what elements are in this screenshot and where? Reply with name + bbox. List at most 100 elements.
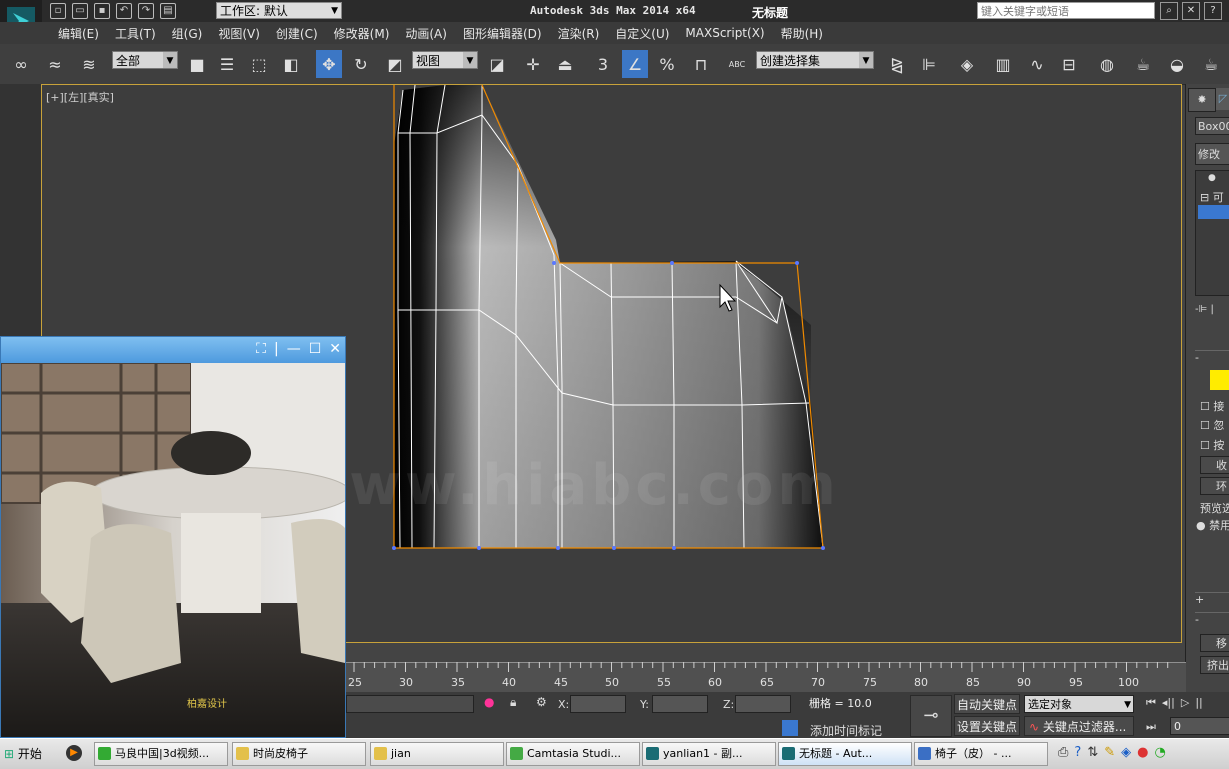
set-key-button[interactable]: 设置关键点 (954, 716, 1020, 736)
security-icon[interactable]: ● (1137, 745, 1148, 760)
extrude-button[interactable]: 挤出 (1200, 656, 1229, 674)
checkbox-1[interactable]: ☐ 接 (1200, 398, 1224, 414)
maxscript-listener-field[interactable] (346, 695, 474, 713)
render-production-icon[interactable]: ☕ (1198, 50, 1224, 78)
select-object-icon[interactable]: ■ (184, 50, 210, 78)
rollout-header[interactable]: - (1195, 350, 1229, 365)
shield-icon[interactable]: ◈ (1121, 745, 1131, 760)
printer-icon[interactable]: ⎙ (1058, 745, 1068, 760)
workspace-dropdown[interactable]: 工作区: 默认 ▼ (216, 2, 342, 19)
next-frame-icon[interactable]: || (1195, 696, 1202, 710)
disable-radio[interactable]: ● 禁用 (1196, 517, 1229, 533)
tools-icon[interactable]: ✕ (1182, 2, 1200, 20)
modifier-list-dropdown[interactable]: 修改器 (1195, 143, 1229, 165)
fullscreen-icon[interactable]: ⛶ (256, 341, 266, 357)
input-icon[interactable]: ⇅ (1087, 745, 1098, 760)
keyboard-shortcut-override-icon[interactable]: ⏏ (552, 50, 578, 78)
mirror-icon[interactable]: ⧎ (884, 50, 910, 78)
open-file-icon[interactable]: ▭ (72, 3, 88, 19)
menu-tools[interactable]: 工具(T) (107, 25, 164, 42)
taskbar-item-folder-chair[interactable]: 时尚皮椅子 (232, 742, 366, 766)
taskbar-item-folder-jian[interactable]: jian (370, 742, 504, 766)
stack-item[interactable]: ⊟ 可 (1200, 189, 1224, 205)
menu-create[interactable]: 创建(C) (268, 25, 326, 42)
taskbar-item-browser[interactable]: 马良中国|3d视频... (94, 742, 228, 766)
taskbar-item-chair-leather[interactable]: 椅子（皮） - ... (914, 742, 1048, 766)
selected-object-dropdown[interactable]: 选定对象 ▼ (1024, 695, 1134, 713)
select-manipulate-icon[interactable]: ✛ (520, 50, 546, 78)
lock-icon[interactable]: 🔒︎ (510, 695, 516, 710)
menu-customize[interactable]: 自定义(U) (607, 25, 677, 42)
material-editor-icon[interactable]: ◍ (1094, 50, 1120, 78)
help-tray-icon[interactable]: ? (1074, 745, 1081, 760)
menu-group[interactable]: 组(G) (164, 25, 211, 42)
vertex-mode-icon[interactable] (1210, 370, 1229, 390)
prev-frame-icon[interactable]: ◂|| (1162, 696, 1175, 710)
media-player-icon[interactable]: ▶ (66, 745, 82, 761)
y-coordinate-field[interactable] (652, 695, 708, 713)
auto-key-button[interactable]: 自动关键点 (954, 694, 1020, 714)
lightbulb-icon[interactable]: ● (1208, 173, 1216, 183)
object-name-field[interactable]: Box00 (1195, 117, 1229, 135)
save-file-icon[interactable]: ▪ (94, 3, 110, 19)
key-filters-button[interactable]: ∿ 关键点过滤器... (1024, 716, 1134, 736)
new-file-icon[interactable]: ▫ (50, 3, 66, 19)
rollout-header-minus[interactable]: - (1195, 612, 1229, 626)
goto-start-icon[interactable]: ⏮ (1146, 696, 1156, 710)
reference-coordinate-dropdown[interactable]: 视图 ▼ (412, 51, 478, 69)
menu-modifiers[interactable]: 修改器(M) (326, 25, 398, 42)
help-icon[interactable]: ? (1204, 2, 1222, 20)
add-time-tag[interactable]: 添加时间标记 (810, 722, 882, 739)
link-icon[interactable]: ∞ (8, 50, 34, 78)
timeline[interactable]: 25 30 35 40 45 50 55 60 65 70 75 80 85 9… (346, 662, 1186, 692)
z-coordinate-field[interactable] (735, 695, 791, 713)
edit-named-selection-icon[interactable]: ABC (724, 50, 750, 78)
play-icon[interactable]: ▷ (1181, 696, 1189, 710)
video-window-titlebar[interactable]: ⛶ | — ☐ ✕ (1, 337, 345, 363)
rendered-frame-icon[interactable]: ◒ (1164, 50, 1190, 78)
bind-space-warp-icon[interactable]: ≋ (76, 50, 102, 78)
snaps-toggle-icon[interactable]: 3 (590, 50, 616, 78)
render-setup-icon[interactable]: ☕ (1130, 50, 1156, 78)
taskbar-item-yanlian[interactable]: yanlian1 - 副... (642, 742, 776, 766)
unlink-icon[interactable]: ≈ (42, 50, 68, 78)
percent-snap-icon[interactable]: % (654, 50, 680, 78)
menu-maxscript[interactable]: MAXScript(X) (677, 26, 772, 40)
scene-explorer-icon[interactable]: ▥ (990, 50, 1016, 78)
select-move-icon[interactable]: ✥ (316, 50, 342, 78)
key-icon[interactable]: ⊸ (910, 695, 952, 737)
redo-icon[interactable]: ↷ (138, 3, 154, 19)
layer-manager-icon[interactable]: ◈ (954, 50, 980, 78)
taskbar-item-camtasia[interactable]: Camtasia Studi... (506, 742, 640, 766)
absolute-mode-icon[interactable]: ⚙ (536, 695, 547, 709)
key-mode-icon[interactable]: ⏭ (1146, 720, 1156, 734)
tool-tray-icon[interactable]: ✎ (1104, 745, 1115, 760)
angle-snap-icon[interactable]: ∠ (622, 50, 648, 78)
select-scale-icon[interactable]: ◩ (382, 50, 408, 78)
checkbox-2[interactable]: ☐ 忽 (1200, 417, 1224, 433)
checkbox-3[interactable]: ☐ 按 (1200, 437, 1224, 453)
modifier-stack[interactable]: ● ⊟ 可 (1195, 170, 1229, 296)
rectangular-selection-icon[interactable]: ⬚ (246, 50, 272, 78)
isolate-selection-icon[interactable]: ● (484, 695, 494, 709)
menu-animation[interactable]: 动画(A) (397, 25, 455, 42)
select-by-name-icon[interactable]: ☰ (214, 50, 240, 78)
menu-graph-editors[interactable]: 图形编辑器(D) (455, 25, 550, 42)
viewport-label[interactable]: [+][左][真实] (46, 89, 114, 105)
pin-stack-icon[interactable]: -⊫ | (1195, 304, 1229, 322)
spinner-snap-icon[interactable]: ⊓ (688, 50, 714, 78)
pivot-center-icon[interactable]: ◪ (484, 50, 510, 78)
network-icon[interactable]: ◔ (1154, 745, 1165, 760)
schematic-view-icon[interactable]: ⊟ (1056, 50, 1082, 78)
video-frame[interactable]: 柏嘉设计 (1, 363, 345, 737)
selection-filter-dropdown[interactable]: 全部 ▼ (112, 51, 178, 69)
binoculars-icon[interactable]: ⌕ (1160, 2, 1178, 20)
modify-tab-icon[interactable]: ◸ (1216, 88, 1229, 110)
rollout-header-plus[interactable]: + (1195, 592, 1229, 606)
undo-icon[interactable]: ↶ (116, 3, 132, 19)
search-input[interactable]: 键入关键字或短语 (977, 2, 1155, 19)
menu-help[interactable]: 帮助(H) (773, 25, 831, 42)
menu-edit[interactable]: 编辑(E) (50, 25, 107, 42)
close-icon[interactable]: ✕ (329, 341, 341, 357)
taskbar-item-untitled[interactable]: 无标题 - Aut... (778, 742, 912, 766)
